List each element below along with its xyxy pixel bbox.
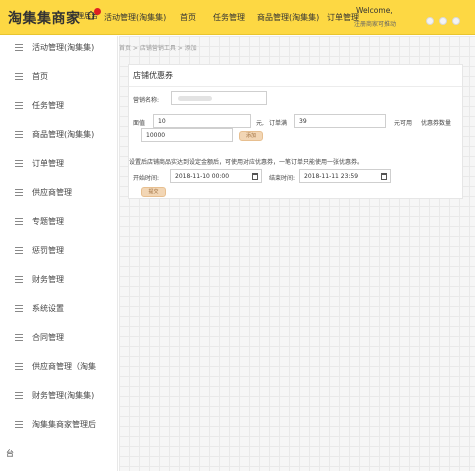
name-input[interactable] <box>171 91 267 105</box>
sidebar-item-label: 供应商管理（淘集 <box>32 362 96 371</box>
breadcrumb: 首页 > 店铺营销工具 > 添加 <box>119 45 197 52</box>
divider <box>129 86 462 87</box>
sidebar-item-products[interactable]: 商品管理(淘集集) <box>0 126 117 146</box>
end-time-value: 2018-11-11 23:59 <box>304 173 359 180</box>
sidebar-item-label: 供应商管理 <box>32 188 72 197</box>
submit-button[interactable]: 提交 <box>141 187 166 197</box>
sidebar-item-label: 任务管理 <box>32 101 64 110</box>
user-icon[interactable] <box>426 17 434 25</box>
menu-icon <box>15 305 23 312</box>
sidebar-item-label: 商品管理(淘集集) <box>32 130 95 139</box>
sidebar-trailing-text: 台 <box>6 449 14 458</box>
menu-icon <box>15 73 23 80</box>
menu-icon <box>15 102 23 109</box>
end-time-input[interactable]: 2018-11-11 23:59 <box>299 169 391 183</box>
calendar-icon <box>252 173 258 180</box>
face-value-input[interactable]: 10 <box>153 114 251 128</box>
coupon-tip: 设置后店铺商品实达到设定金额后，可使用对应优惠券，一笔订单只能使用一张优惠券。 <box>129 159 364 166</box>
message-icon[interactable] <box>439 17 447 25</box>
sidebar-item-label: 订单管理 <box>32 159 64 168</box>
sidebar-item-label: 合同管理 <box>32 333 64 342</box>
sidebar-item-settings[interactable]: 系统设置 <box>0 300 117 320</box>
sidebar-item-label: 系统设置 <box>32 304 64 313</box>
order-full-input[interactable]: 39 <box>294 114 386 128</box>
usable-label: 元可用 <box>394 120 413 127</box>
calendar-icon <box>381 173 387 180</box>
sidebar-item-orders[interactable]: 订单管理 <box>0 155 117 175</box>
sidebar-item-label: 淘集集商家管理后 <box>32 420 96 429</box>
main-content: 首页 > 店铺营销工具 > 添加 店铺优惠券 营销名称: 面值 10 元, 订单… <box>119 36 475 471</box>
menu-icon <box>15 363 23 370</box>
sidebar-item-label: 财务管理(淘集集) <box>32 391 95 400</box>
page-title: 店铺优惠券 <box>133 71 173 80</box>
sidebar-item-label: 首页 <box>32 72 48 81</box>
top-header: 淘集集商家 管理后台 活动管理(淘集集) 首页 任务管理 商品管理(淘集集) 订… <box>0 0 475 35</box>
sidebar-item-finance-tjj[interactable]: 财务管理(淘集集) <box>0 387 117 407</box>
coupon-form-panel: 店铺优惠券 营销名称: 面值 10 元, 订单满 39 元可用 优惠券数量 10… <box>128 64 463 199</box>
sidebar-item-tasks[interactable]: 任务管理 <box>0 97 117 117</box>
logout-icon[interactable] <box>452 17 460 25</box>
blurred-value <box>178 96 212 101</box>
end-time-label: 结束时间: <box>269 175 296 182</box>
name-label: 营销名称: <box>133 97 160 104</box>
sidebar-item-contracts[interactable]: 合同管理 <box>0 329 117 349</box>
menu-icon <box>15 392 23 399</box>
sidebar-item-activity[interactable]: 活动管理(淘集集) <box>0 39 117 59</box>
sidebar: 活动管理(淘集集) 首页 任务管理 商品管理(淘集集) 订单管理 供应商管理 专… <box>0 36 118 471</box>
menu-icon <box>15 247 23 254</box>
sidebar-item-finance[interactable]: 财务管理 <box>0 271 117 291</box>
add-button[interactable]: 添加 <box>239 131 263 141</box>
menu-icon <box>15 44 23 51</box>
sidebar-item-label: 活动管理(淘集集) <box>32 43 95 52</box>
notification-badge <box>94 8 101 15</box>
menu-icon <box>15 189 23 196</box>
header-subtip: 注册商家可推动 <box>354 21 397 28</box>
menu-icon <box>15 421 23 428</box>
face-label: 面值 <box>133 120 146 127</box>
order-full-label: 订单满 <box>269 120 288 127</box>
menu-icon <box>15 131 23 138</box>
quantity-label: 优惠券数量 <box>421 120 452 127</box>
sidebar-item-suppliers[interactable]: 供应商管理 <box>0 184 117 204</box>
nav-home[interactable]: 首页 <box>180 12 196 23</box>
start-time-value: 2018-11-10 00:00 <box>175 173 230 180</box>
start-time-label: 开始时间: <box>133 175 160 182</box>
sidebar-item-suppliers-tjj[interactable]: 供应商管理（淘集 <box>0 358 117 378</box>
sidebar-item-topics[interactable]: 专题管理 <box>0 213 117 233</box>
sidebar-item-label: 专题管理 <box>32 217 64 226</box>
sidebar-item-label: 惩罚管理 <box>32 246 64 255</box>
sidebar-item-merchant-admin[interactable]: 淘集集商家管理后 <box>0 416 117 436</box>
start-time-input[interactable]: 2018-11-10 00:00 <box>170 169 262 183</box>
menu-icon <box>15 160 23 167</box>
quantity-input[interactable]: 10000 <box>141 128 233 142</box>
welcome-text: Welcome, <box>356 6 393 15</box>
nav-products[interactable]: 商品管理(淘集集) <box>257 12 319 23</box>
sidebar-item-home[interactable]: 首页 <box>0 68 117 88</box>
sidebar-item-label: 财务管理 <box>32 275 64 284</box>
sidebar-item-penalty[interactable]: 惩罚管理 <box>0 242 117 262</box>
menu-icon <box>15 334 23 341</box>
menu-icon <box>15 276 23 283</box>
unit-yuan: 元, <box>256 120 264 127</box>
menu-icon <box>15 218 23 225</box>
nav-activity[interactable]: 活动管理(淘集集) <box>104 12 166 23</box>
nav-tasks[interactable]: 任务管理 <box>213 12 245 23</box>
